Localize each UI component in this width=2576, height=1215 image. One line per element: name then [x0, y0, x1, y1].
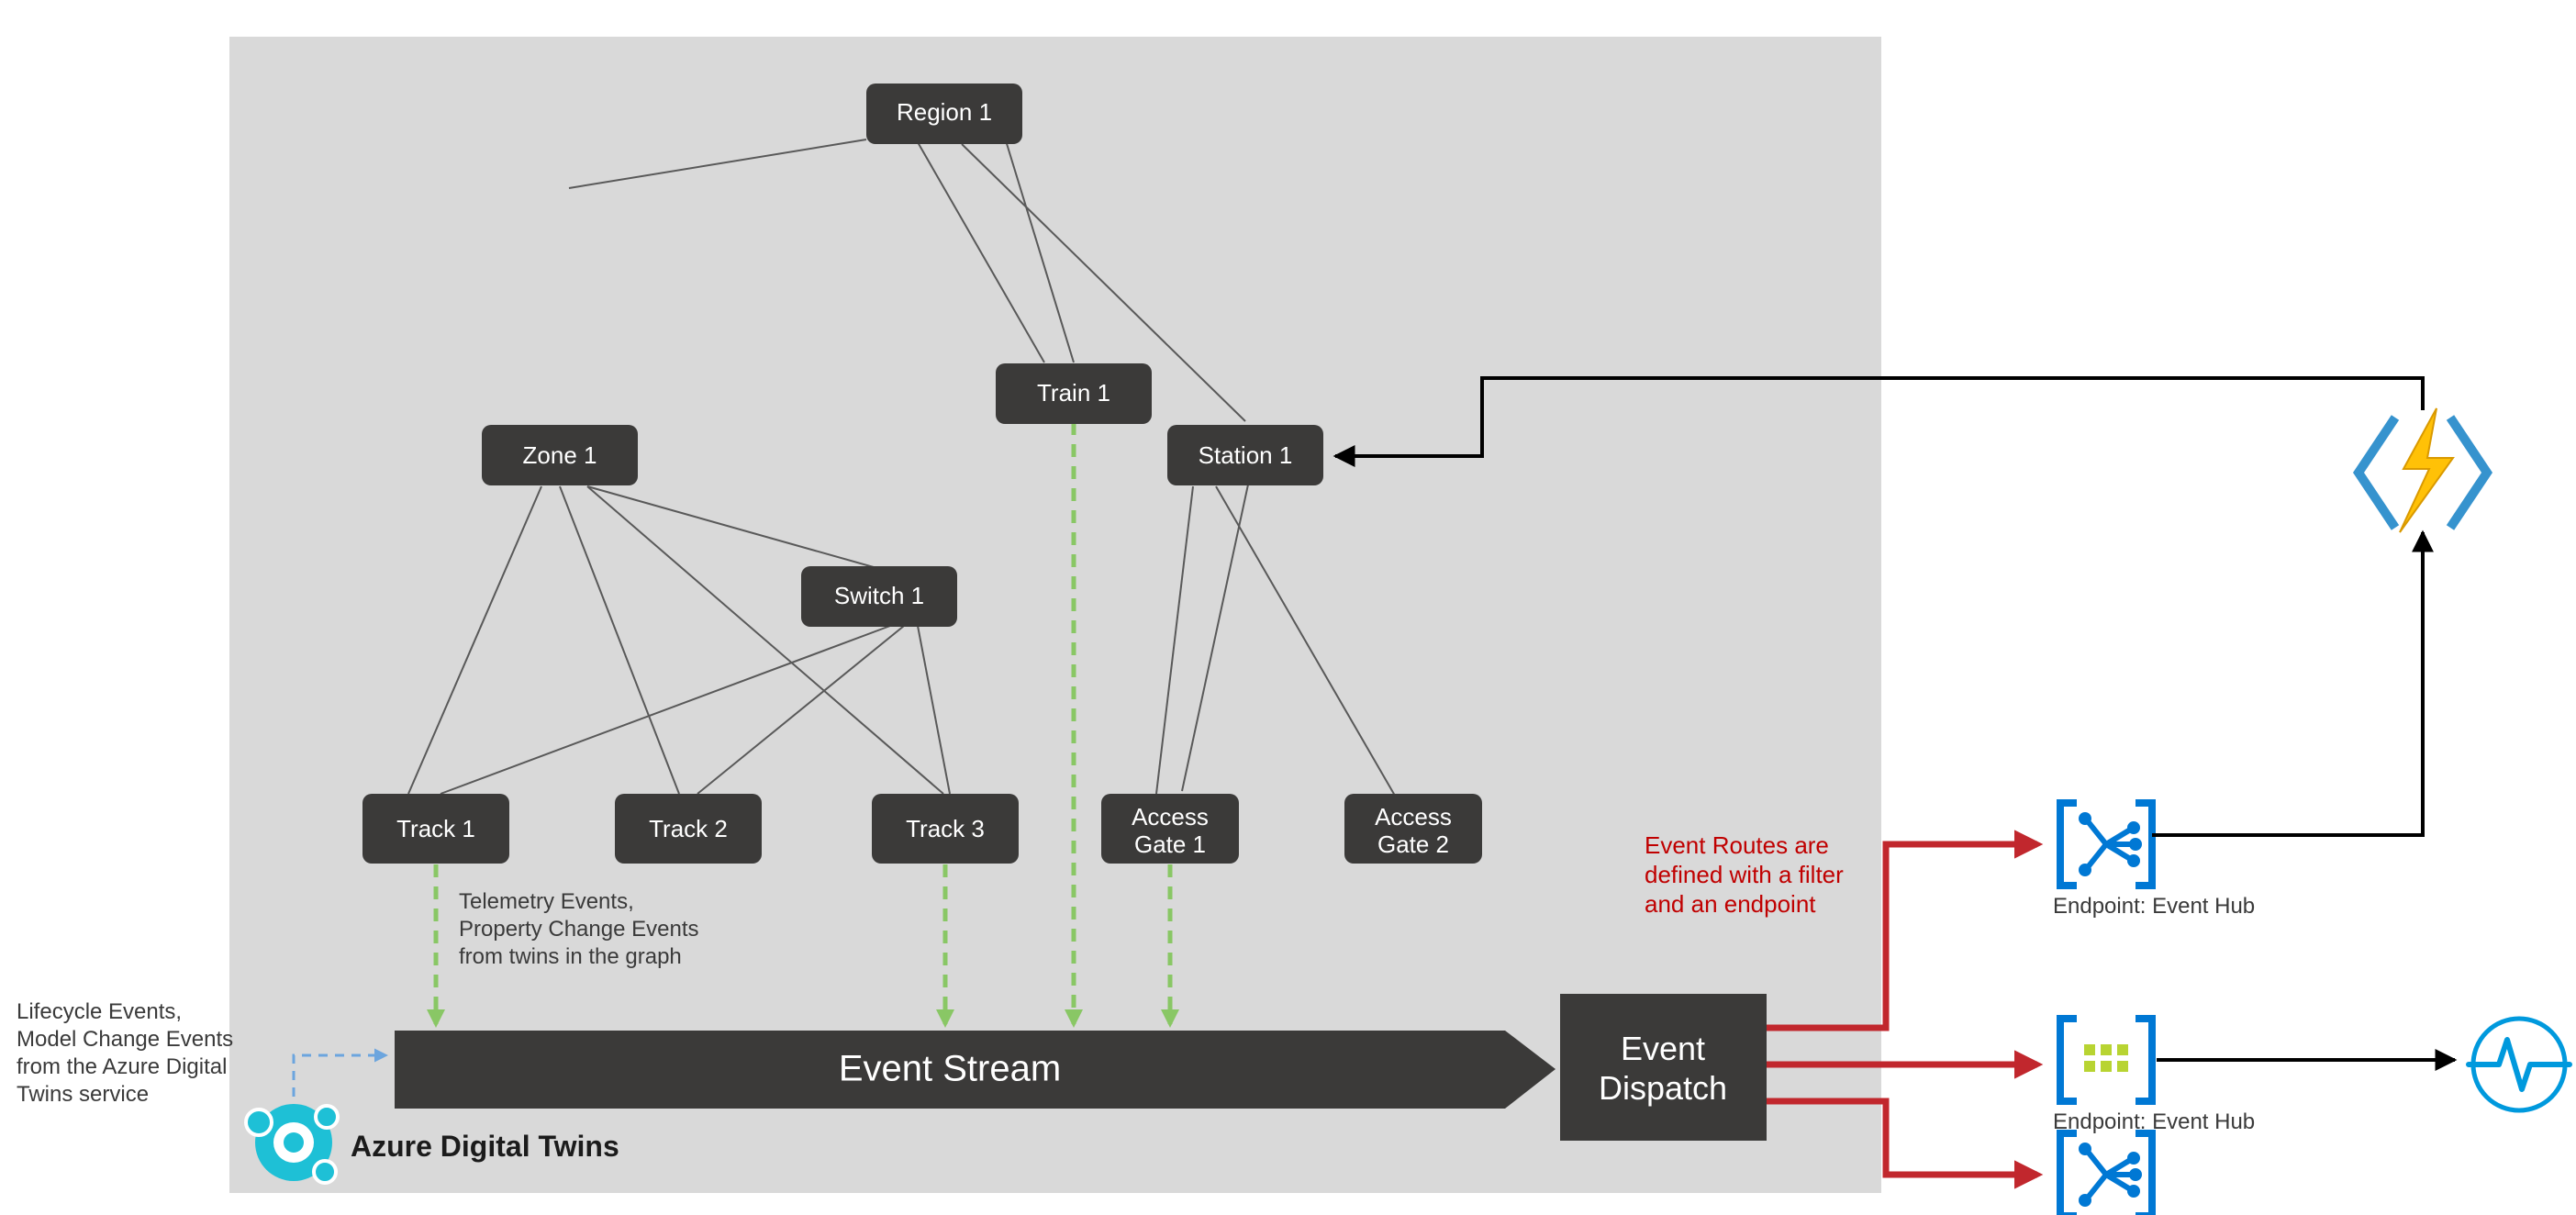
node-track2: Track 2	[615, 794, 762, 864]
node-label: Station 1	[1199, 441, 1293, 469]
node-label-l2: Gate 2	[1377, 830, 1449, 858]
endpoint-event-hub-2: Endpoint: Event Hub	[2053, 1019, 2255, 1134]
node-station1: Station 1	[1167, 425, 1323, 485]
node-label: Region 1	[897, 98, 992, 126]
node-label-l2: Gate 1	[1134, 830, 1206, 858]
event-stream-label: Event Stream	[839, 1049, 1061, 1089]
node-track1: Track 1	[362, 794, 509, 864]
endpoint-label: Endpoint: Event Hub	[2053, 894, 2255, 919]
node-label: Track 1	[396, 815, 475, 842]
svg-text:from the Azure Digital: from the Azure Digital	[17, 1054, 227, 1079]
svg-text:from twins in the graph: from twins in the graph	[459, 944, 682, 969]
svg-text:Twins service: Twins service	[17, 1082, 149, 1107]
node-label: Train 1	[1037, 379, 1110, 407]
svg-text:Event Routes are: Event Routes are	[1645, 831, 1829, 859]
node-switch1: Switch 1	[801, 566, 957, 627]
node-label: Zone 1	[523, 441, 597, 469]
node-train1: Train 1	[996, 363, 1152, 424]
pulse-icon	[2469, 1019, 2570, 1110]
azure-function-icon	[2359, 408, 2487, 532]
adt-label: Azure Digital Twins	[351, 1130, 619, 1163]
svg-text:Lifecycle Events,: Lifecycle Events,	[17, 999, 182, 1024]
node-access-gate1: Access Gate 1	[1101, 794, 1239, 864]
node-label: Track 2	[649, 815, 728, 842]
svg-text:Telemetry Events,: Telemetry Events,	[459, 889, 634, 914]
event-dispatch-box: Event Dispatch	[1560, 994, 1767, 1141]
endpoint-event-hub-1: Endpoint: Event Hub	[2053, 803, 2255, 919]
svg-text:Property Change Events: Property Change Events	[459, 917, 698, 942]
node-track3: Track 3	[872, 794, 1019, 864]
node-zone1: Zone 1	[482, 425, 638, 485]
node-label: Switch 1	[834, 582, 924, 609]
node-label-l1: Access	[1375, 803, 1452, 830]
endpoint-event-grid: Endpoint: Event Grid	[2053, 1133, 2256, 1215]
svg-text:and an endpoint: and an endpoint	[1645, 890, 1816, 918]
dispatch-label-l1: Event	[1621, 1030, 1705, 1067]
node-access-gate2: Access Gate 2	[1344, 794, 1482, 864]
node-label-l1: Access	[1132, 803, 1209, 830]
node-label: Track 3	[906, 815, 985, 842]
lifecycle-annotation: Lifecycle Events, Model Change Events fr…	[17, 999, 233, 1107]
svg-text:Model Change Events: Model Change Events	[17, 1027, 233, 1052]
event-stream-bar: Event Stream	[395, 1031, 1556, 1109]
dispatch-label-l2: Dispatch	[1599, 1069, 1727, 1107]
diagram-root: Region 1 Zone 1 Train 1 Station 1 Switch…	[0, 0, 2576, 1215]
route-annotation: Event Routes are defined with a filter a…	[1645, 831, 1844, 918]
svg-text:defined with a filter: defined with a filter	[1645, 861, 1844, 888]
node-region1: Region 1	[866, 84, 1022, 144]
